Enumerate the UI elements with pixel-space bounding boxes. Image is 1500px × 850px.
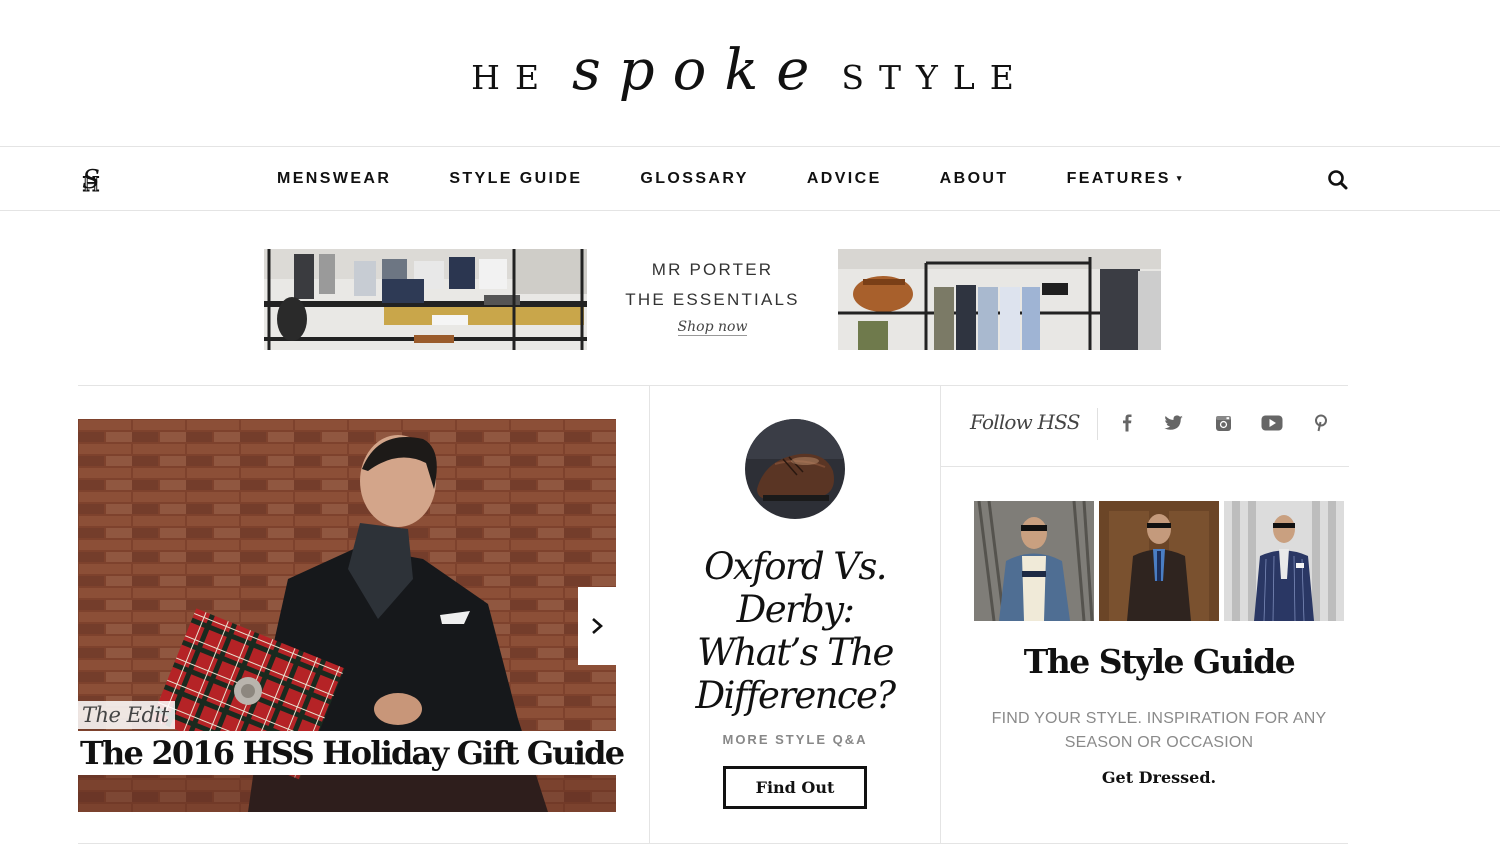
hero-next-button[interactable] [578, 587, 616, 665]
chevron-right-icon [592, 618, 603, 634]
feature-category: MORE STYLE Q&A [722, 732, 868, 747]
follow-divider [1097, 408, 1098, 440]
hss-monogram-icon[interactable]: S H [76, 161, 106, 197]
pinterest-icon[interactable] [1310, 412, 1332, 434]
style-guide-image-2[interactable] [1099, 501, 1219, 621]
oxford-shoe-thumbnail[interactable] [745, 419, 845, 519]
follow-bottom-divider [941, 466, 1349, 467]
logo-word-he: HE [471, 58, 555, 97]
nav-menu: MENSWEAR STYLE GUIDE GLOSSARY ADVICE ABO… [277, 147, 1184, 210]
nav-item-advice[interactable]: ADVICE [807, 170, 882, 188]
content-bottom-divider [78, 843, 1348, 844]
find-out-button[interactable]: Find Out [723, 766, 867, 809]
style-guide-image-3[interactable] [1224, 501, 1344, 621]
dropdown-caret-icon: ▾ [1176, 172, 1184, 183]
ad-brand: MR PORTER [651, 260, 774, 279]
mr-porter-ad-banner[interactable]: MR PORTER THE ESSENTIALS Shop now [264, 249, 1161, 350]
hero-title-link[interactable]: The 2016 HSS Holiday Gift Guide [78, 731, 632, 775]
nav-item-features[interactable]: FEATURES ▾ [1067, 170, 1184, 188]
svg-text:H: H [82, 172, 99, 196]
main-navigation: S H MENSWEAR STYLE GUIDE GLOSSARY ADVICE… [0, 146, 1500, 211]
content-top-divider [78, 385, 1348, 386]
youtube-icon[interactable] [1261, 412, 1283, 434]
ad-title: THE ESSENTIALS [625, 290, 800, 309]
get-dressed-suffix: . [1210, 768, 1217, 787]
style-guide-title: The Style Guide [1023, 642, 1296, 681]
ad-image-clothing-rack [838, 249, 1161, 350]
ad-shop-now-link[interactable]: Shop now [587, 319, 838, 336]
column-divider-1 [649, 386, 650, 843]
nav-item-menswear[interactable]: MENSWEAR [277, 170, 391, 188]
feature-title-link[interactable]: Oxford Vs. Derby: What’s The Difference? [690, 545, 900, 717]
get-dressed-label: Get Dressed [1101, 768, 1211, 787]
site-logo[interactable]: HE spoke STYLE [0, 38, 1500, 108]
ad-image-store-shelves [264, 249, 587, 350]
follow-label: Follow HSS [970, 410, 1080, 434]
instagram-icon[interactable] [1212, 412, 1234, 434]
facebook-icon[interactable] [1116, 412, 1138, 434]
hero-kicker: The Edit [78, 701, 175, 729]
logo-word-spoke: spoke [572, 38, 828, 103]
nav-item-features-label: FEATURES [1066, 169, 1171, 187]
search-icon[interactable] [1326, 168, 1350, 192]
ad-cta-label: Shop now [677, 319, 748, 336]
ad-text-block: MR PORTER THE ESSENTIALS Shop now [587, 249, 838, 350]
logo-word-style: STYLE [841, 58, 1029, 97]
nav-item-style-guide[interactable]: STYLE GUIDE [449, 170, 582, 188]
twitter-icon[interactable] [1163, 412, 1185, 434]
get-dressed-link[interactable]: Get Dressed. [974, 768, 1344, 787]
nav-item-glossary[interactable]: GLOSSARY [640, 170, 748, 188]
nav-item-about[interactable]: ABOUT [940, 170, 1009, 188]
style-guide-image-1[interactable] [974, 501, 1094, 621]
style-guide-description: FIND YOUR STYLE. INSPIRATION FOR ANY SEA… [991, 710, 1327, 751]
column-divider-2 [940, 386, 941, 843]
